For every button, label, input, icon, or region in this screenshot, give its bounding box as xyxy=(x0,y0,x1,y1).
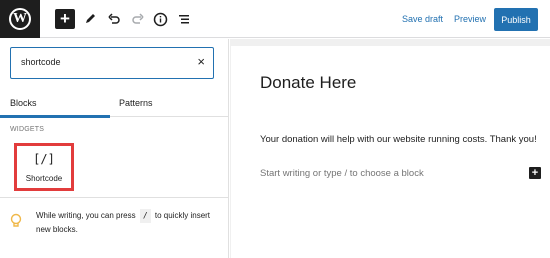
post-title[interactable]: Donate Here xyxy=(260,73,356,93)
wordpress-logo-letter: W xyxy=(9,8,31,30)
undo-button[interactable] xyxy=(104,9,124,29)
pencil-icon xyxy=(86,14,95,23)
tip-text-start: While writing, you can press xyxy=(36,211,136,220)
close-icon[interactable]: × xyxy=(197,55,205,69)
block-search-input[interactable]: shortcode × xyxy=(10,47,214,79)
block-item-label: Shortcode xyxy=(25,174,63,183)
block-inserter-panel: shortcode × Blocks Patterns WIDGETS [/] … xyxy=(0,39,229,258)
lightbulb-icon xyxy=(10,213,22,227)
plus-icon: + xyxy=(60,9,70,28)
redo-icon xyxy=(132,13,144,24)
add-block-button[interactable]: + xyxy=(55,9,75,29)
paragraph-block[interactable]: Your donation will help with our website… xyxy=(260,134,537,145)
empty-block-placeholder[interactable]: Start writing or type / to choose a bloc… xyxy=(260,168,424,179)
tools-button[interactable] xyxy=(80,9,100,29)
undo-icon xyxy=(108,13,120,24)
tip-shortcut-key: / xyxy=(139,209,151,223)
divider xyxy=(0,197,229,198)
editor-content: Donate Here Your donation will help with… xyxy=(231,0,550,258)
list-view-icon xyxy=(179,15,189,24)
inserter-tabs: Blocks Patterns xyxy=(0,89,229,118)
inline-add-block-button[interactable]: + xyxy=(529,167,541,179)
search-input-value: shortcode xyxy=(21,57,61,67)
inserter-tip: While writing, you can press / to quickl… xyxy=(36,209,226,237)
redo-button[interactable] xyxy=(128,9,148,29)
shortcode-icon: [/] xyxy=(33,152,55,166)
list-view-button[interactable] xyxy=(174,9,194,29)
tab-blocks[interactable]: Blocks xyxy=(0,89,110,118)
wordpress-logo-icon[interactable]: W xyxy=(0,0,40,38)
shortcode-block-item[interactable]: [/] Shortcode xyxy=(14,143,74,191)
info-icon xyxy=(153,12,167,26)
tab-patterns[interactable]: Patterns xyxy=(119,89,153,117)
category-heading: WIDGETS xyxy=(10,126,45,133)
details-button[interactable] xyxy=(150,9,170,29)
